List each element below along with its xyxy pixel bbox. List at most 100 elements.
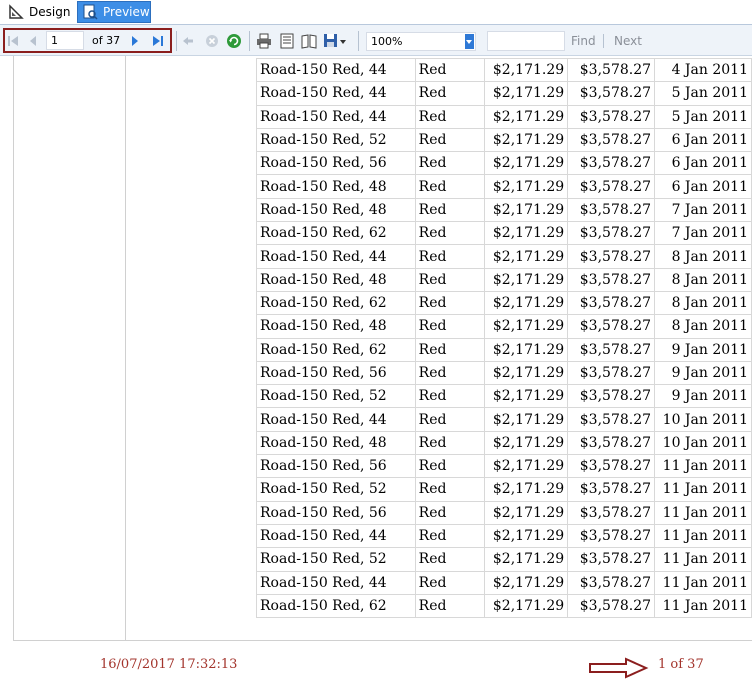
zoom-select[interactable]: 100%	[366, 32, 476, 51]
cell-cost: $2,171.29	[484, 430, 569, 456]
cell-color: Red	[414, 314, 486, 339]
cell-product: Road-150 Red, 48	[256, 197, 416, 223]
page-indicator: 1 of 37	[658, 657, 704, 672]
cell-cost: $2,171.29	[484, 337, 569, 362]
cell-product: Road-150 Red, 56	[256, 500, 416, 525]
export-icon[interactable]	[322, 32, 348, 50]
refresh-icon[interactable]	[226, 32, 242, 50]
cell-cost: $2,171.29	[484, 267, 569, 292]
next-link[interactable]: Next	[614, 34, 642, 48]
cell-cost: $2,171.29	[484, 81, 569, 106]
cell-price: $3,578.27	[567, 221, 656, 246]
cell-date: 7 Jan 2011	[654, 221, 752, 246]
cell-product: Road-150 Red, 48	[256, 314, 416, 339]
cell-product: Road-150 Red, 62	[256, 221, 416, 246]
cell-cost: $2,171.29	[484, 197, 569, 223]
chevron-down-icon[interactable]	[465, 34, 474, 49]
table-row: Road-150 Red, 48 Red $2,171.29 $3,578.27 7 J…	[256, 197, 752, 223]
cell-date: 8 Jan 2011	[654, 314, 752, 339]
cell-date: 11 Jan 2011	[654, 523, 752, 549]
cell-cost: $2,171.29	[484, 407, 569, 432]
cell-date: 8 Jan 2011	[654, 267, 752, 292]
tab-preview[interactable]: Preview	[77, 1, 151, 23]
cell-cost: $2,171.29	[484, 314, 569, 339]
cell-product: Road-150 Red, 62	[256, 337, 416, 362]
cell-cost: $2,171.29	[484, 454, 569, 479]
cell-price: $3,578.27	[567, 314, 656, 339]
cell-date: 10 Jan 2011	[654, 407, 752, 432]
back-icon[interactable]	[181, 32, 195, 50]
cell-color: Red	[414, 290, 486, 316]
report-column-divider	[125, 56, 126, 641]
page-number-input[interactable]: 1	[46, 31, 84, 50]
toolbar-separator	[603, 34, 604, 48]
table-row: Road-150 Red, 52 Red $2,171.29 $3,578.27 6 J…	[256, 127, 752, 153]
cell-date: 5 Jan 2011	[654, 104, 752, 129]
cell-color: Red	[414, 337, 486, 362]
print-icon[interactable]	[255, 32, 273, 50]
cell-date: 7 Jan 2011	[654, 197, 752, 223]
cell-color: Red	[414, 360, 486, 386]
cell-color: Red	[414, 454, 486, 479]
table-row: Road-150 Red, 56 Red $2,171.29 $3,578.27 11 …	[256, 454, 752, 479]
cell-cost: $2,171.29	[484, 151, 569, 176]
cell-price: $3,578.27	[567, 337, 656, 362]
last-page-icon[interactable]	[150, 32, 166, 50]
tab-design[interactable]: Design	[4, 1, 74, 23]
prev-page-icon[interactable]	[26, 32, 40, 50]
report-timestamp: 16/07/2017 17:32:13	[100, 657, 238, 672]
cell-color: Red	[414, 151, 486, 176]
page-setup-icon[interactable]	[300, 32, 318, 50]
table-row: Road-150 Red, 48 Red $2,171.29 $3,578.27 10 …	[256, 430, 752, 456]
table-row: Road-150 Red, 52 Red $2,171.29 $3,578.27 9 J…	[256, 384, 752, 409]
table-row: Road-150 Red, 52 Red $2,171.29 $3,578.27 11 …	[256, 547, 752, 572]
table-row: Road-150 Red, 62 Red $2,171.29 $3,578.27 11 …	[256, 593, 752, 619]
find-link[interactable]: Find	[571, 34, 596, 48]
cell-price: $3,578.27	[567, 523, 656, 549]
stop-icon[interactable]	[204, 32, 220, 50]
cell-cost: $2,171.29	[484, 547, 569, 572]
tab-preview-label: Preview	[103, 5, 150, 19]
cell-product: Road-150 Red, 56	[256, 454, 416, 479]
cell-price: $3,578.27	[567, 360, 656, 386]
cell-cost: $2,171.29	[484, 360, 569, 386]
cell-color: Red	[414, 104, 486, 129]
cell-price: $3,578.27	[567, 430, 656, 456]
cell-date: 9 Jan 2011	[654, 337, 752, 362]
cell-cost: $2,171.29	[484, 57, 569, 83]
toolbar-separator	[176, 31, 177, 51]
cell-color: Red	[414, 430, 486, 456]
cell-date: 11 Jan 2011	[654, 547, 752, 572]
cell-date: 11 Jan 2011	[654, 477, 752, 502]
cell-color: Red	[414, 81, 486, 106]
table-row: Road-150 Red, 56 Red $2,171.29 $3,578.27 11 …	[256, 500, 752, 525]
table-row: Road-150 Red, 44 Red $2,171.29 $3,578.27 11 …	[256, 523, 752, 549]
cell-price: $3,578.27	[567, 244, 656, 269]
find-input[interactable]	[487, 31, 565, 51]
cell-date: 4 Jan 2011	[654, 57, 752, 83]
cell-date: 6 Jan 2011	[654, 127, 752, 153]
table-row: Road-150 Red, 56 Red $2,171.29 $3,578.27 9 J…	[256, 360, 752, 386]
table-row: Road-150 Red, 62 Red $2,171.29 $3,578.27 9 J…	[256, 337, 752, 362]
cell-date: 9 Jan 2011	[654, 384, 752, 409]
cell-price: $3,578.27	[567, 593, 656, 619]
next-page-icon[interactable]	[128, 32, 142, 50]
cell-date: 8 Jan 2011	[654, 244, 752, 269]
cell-price: $3,578.27	[567, 127, 656, 153]
preview-icon	[82, 4, 98, 20]
table-row: Road-150 Red, 62 Red $2,171.29 $3,578.27 8 J…	[256, 290, 752, 316]
cell-cost: $2,171.29	[484, 174, 569, 199]
first-page-icon[interactable]	[6, 32, 20, 50]
cell-product: Road-150 Red, 48	[256, 174, 416, 199]
cell-color: Red	[414, 127, 486, 153]
cell-date: 11 Jan 2011	[654, 454, 752, 479]
cell-color: Red	[414, 500, 486, 525]
table-row: Road-150 Red, 48 Red $2,171.29 $3,578.27 6 J…	[256, 174, 752, 199]
print-layout-icon[interactable]	[278, 32, 296, 50]
cell-product: Road-150 Red, 56	[256, 360, 416, 386]
report-canvas: Road-150 Red, 44 Red $2,171.29 $3,578.27 4 J…	[0, 56, 752, 678]
cell-price: $3,578.27	[567, 151, 656, 176]
cell-price: $3,578.27	[567, 197, 656, 223]
cell-color: Red	[414, 384, 486, 409]
cell-product: Road-150 Red, 56	[256, 151, 416, 176]
